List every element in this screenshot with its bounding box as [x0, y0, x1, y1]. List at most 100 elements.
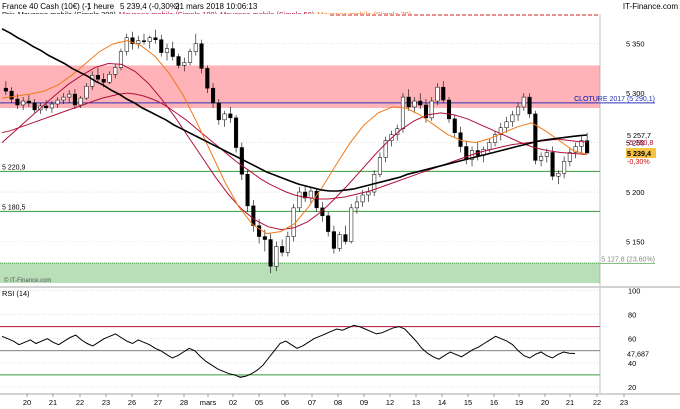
- x-tick-label: mars: [200, 398, 217, 407]
- candle-body: [297, 191, 302, 209]
- x-tick-label: 16: [490, 398, 498, 407]
- candle-body: [228, 113, 233, 119]
- chart: France 40 Cash (10€) (-) 1 heure 5 239,4…: [0, 2, 680, 407]
- x-tick-label: 09: [360, 398, 368, 407]
- price-plot-background: [0, 14, 600, 286]
- candle-body: [15, 98, 20, 106]
- candle: [349, 203, 354, 244]
- x-tick-label: 12: [386, 398, 394, 407]
- candle-body: [441, 86, 446, 101]
- candle-body: [326, 215, 331, 232]
- candle-body: [337, 234, 342, 249]
- candle-body: [274, 246, 279, 267]
- candle-body: [164, 48, 170, 53]
- candle: [533, 110, 538, 165]
- price-tick-label: 5 200: [626, 188, 645, 197]
- rsi-tick-label: 100: [628, 286, 640, 295]
- candle-body: [412, 100, 417, 108]
- price-tag: -0,30%: [627, 157, 650, 166]
- candle-body: [26, 100, 31, 104]
- candle-body: [429, 100, 434, 119]
- candle-body: [366, 191, 371, 196]
- x-tick-label: 23: [620, 398, 628, 407]
- x-axis: 20 21 22 23 26 27 28 mars 02 05 06 07 08 09 12 13 14 15 16…: [23, 394, 628, 407]
- candle-body: [222, 113, 227, 121]
- level-label: 5 180,5: [2, 204, 25, 211]
- candle-body: [516, 106, 521, 116]
- candle-body: [84, 85, 89, 99]
- candle-body: [170, 48, 175, 57]
- x-tick-label: 14: [438, 398, 446, 407]
- candle-body: [211, 87, 216, 104]
- candle-body: [400, 96, 405, 129]
- x-tick-label: 20: [541, 398, 549, 407]
- candle-body: [107, 74, 112, 83]
- candle: [199, 39, 204, 74]
- candle-body: [406, 96, 411, 108]
- brand-label: IT-Finance.com: [623, 2, 678, 11]
- price-zone: [0, 262, 600, 284]
- candle-body: [262, 236, 267, 240]
- candle-body: [435, 86, 440, 102]
- candle-body: [216, 102, 221, 121]
- x-tick-label: 06: [281, 398, 289, 407]
- candle-body: [418, 100, 423, 106]
- price-zone: [0, 65, 600, 108]
- x-tick-label: 15: [464, 398, 472, 407]
- price-tick-label: 5 150: [626, 237, 645, 246]
- candle-body: [72, 93, 77, 106]
- price-tag-label: -5 250,8: [627, 138, 653, 147]
- candle-body: [95, 75, 100, 80]
- candle-body: [21, 100, 26, 106]
- candle-body: [452, 118, 457, 133]
- price-tag-label: -0,30%: [627, 157, 650, 166]
- candle-body: [527, 96, 532, 115]
- candle-body: [280, 246, 285, 253]
- candle-body: [291, 207, 296, 237]
- candle-body: [539, 156, 544, 161]
- candle-body: [141, 40, 147, 42]
- candle-body: [245, 173, 250, 207]
- candle-body: [585, 140, 590, 154]
- candle-body: [193, 43, 198, 52]
- candle-body: [136, 40, 141, 44]
- watermark: © IT-Finance.com: [4, 277, 51, 284]
- candle-body: [360, 194, 365, 203]
- candle-body: [331, 231, 336, 249]
- candle-body: [349, 207, 354, 242]
- candle: [118, 48, 124, 71]
- candle-body: [510, 114, 515, 123]
- rsi-panel: RSI (14)2040608010047,687: [0, 286, 680, 395]
- price-panel: CLOTURE 2017 (5 290,1) 5 220,9 5 180,5 5 12…: [0, 14, 680, 288]
- candle-body: [308, 190, 313, 199]
- candle-body: [533, 113, 538, 161]
- x-tick-label: 05: [255, 398, 263, 407]
- candle-body: [124, 37, 129, 52]
- candle: [400, 93, 405, 133]
- candle-body: [257, 225, 262, 237]
- x-tick-label: 08: [334, 398, 342, 407]
- candle-body: [487, 142, 492, 150]
- candle-body: [199, 43, 204, 69]
- candle-body: [32, 102, 37, 111]
- x-tick-label: 21: [49, 398, 57, 407]
- candle-body: [61, 96, 66, 101]
- candle-body: [55, 99, 60, 105]
- candle: [446, 97, 452, 123]
- candle-body: [3, 87, 8, 92]
- candle-body: [147, 37, 152, 42]
- candle-body: [567, 152, 572, 162]
- candle-body: [556, 172, 561, 177]
- candle: [245, 170, 250, 212]
- candle: [234, 114, 239, 153]
- candle-body: [343, 234, 348, 242]
- candle-body: [544, 152, 549, 157]
- price-tag: -5 250,8: [627, 138, 653, 147]
- x-tick-label: 21: [566, 398, 574, 407]
- candle-body: [101, 79, 106, 83]
- candle-body: [550, 152, 555, 177]
- candle: [527, 93, 532, 118]
- rsi-tick-label: 20: [628, 383, 636, 392]
- rsi-current-label: 47,687: [627, 350, 649, 359]
- x-tick-label: 19: [515, 398, 523, 407]
